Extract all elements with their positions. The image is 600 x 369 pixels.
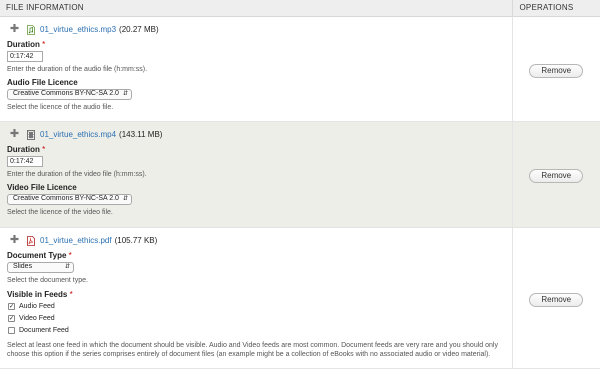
checkbox-checked-icon[interactable]: ✓ bbox=[8, 303, 15, 310]
drag-handle-icon[interactable]: ✚ bbox=[9, 24, 20, 35]
licence-description: Select the licence of the audio file. bbox=[7, 103, 114, 111]
table-header: FILE INFORMATION OPERATIONS bbox=[0, 0, 600, 17]
document-type-label-text: Document Type bbox=[7, 250, 67, 260]
duration-input[interactable] bbox=[7, 155, 43, 167]
file-link[interactable]: 01_virtue_ethics.pdf bbox=[40, 236, 112, 246]
duration-label-text: Duration bbox=[7, 144, 40, 154]
drag-handle-icon[interactable]: ✚ bbox=[9, 129, 20, 140]
header-operations: OPERATIONS bbox=[511, 0, 600, 17]
file-size: (20.27 MB) bbox=[119, 24, 159, 34]
pdf-file-icon bbox=[27, 235, 35, 246]
operations-cell: Remove bbox=[511, 227, 600, 369]
licence-select-value: Creative Commons BY-NC-SA 2.0 bbox=[13, 90, 119, 97]
remove-button[interactable]: Remove bbox=[529, 169, 584, 183]
operations-cell: Remove bbox=[511, 16, 600, 122]
select-arrows-icon: ⇵ bbox=[122, 91, 128, 97]
drag-handle-icon[interactable]: ✚ bbox=[9, 235, 20, 246]
checkbox-unchecked-icon[interactable] bbox=[8, 327, 15, 334]
audio-file-icon bbox=[27, 24, 35, 35]
file-size: (105.77 KB) bbox=[114, 235, 158, 245]
remove-button[interactable]: Remove bbox=[529, 63, 584, 78]
duration-label: Duration * bbox=[7, 40, 511, 50]
duration-description: Enter the duration of the audio file (h:… bbox=[7, 65, 148, 73]
file-link[interactable]: 01_virtue_ethics.mp3 bbox=[40, 25, 116, 35]
select-arrows-icon: ⇵ bbox=[64, 264, 70, 270]
checkbox-label: Video Feed bbox=[19, 314, 55, 322]
duration-label: Duration * bbox=[7, 145, 511, 155]
document-feed-checkbox[interactable]: Document Feed bbox=[8, 325, 511, 337]
checkbox-label: Document Feed bbox=[19, 326, 69, 334]
document-type-description: Select the document type. bbox=[7, 276, 88, 284]
duration-description: Enter the duration of the video file (h:… bbox=[7, 170, 147, 178]
file-link[interactable]: 01_virtue_ethics.mp4 bbox=[40, 130, 116, 140]
feeds-label-text: Visible in Feeds bbox=[7, 289, 68, 299]
licence-select[interactable]: Creative Commons BY-NC-SA 2.0 ⇵ bbox=[7, 88, 132, 100]
operations-cell: Remove bbox=[511, 121, 600, 228]
file-size: (143.11 MB) bbox=[119, 129, 163, 139]
required-marker: * bbox=[42, 144, 46, 154]
required-marker: * bbox=[68, 250, 72, 260]
required-marker: * bbox=[42, 39, 46, 49]
table-row: ✚ 01_virtue_ethics.pdf (105.77 KB) Docum… bbox=[0, 227, 600, 369]
duration-input[interactable] bbox=[7, 50, 43, 62]
licence-select[interactable]: Creative Commons BY-NC-SA 2.0 ⇵ bbox=[7, 193, 132, 205]
document-type-select[interactable]: Slides ⇵ bbox=[7, 261, 74, 273]
document-type-select-value: Slides bbox=[13, 263, 33, 270]
audio-feed-checkbox[interactable]: ✓ Audio Feed bbox=[8, 301, 511, 313]
file-table: FILE INFORMATION OPERATIONS ✚ 01_virtue_… bbox=[0, 0, 600, 369]
file-info-cell: ✚ 01_virtue_ethics.mp4 (143.11 MB) Durat… bbox=[0, 121, 512, 228]
feeds-label: Visible in Feeds * bbox=[7, 290, 511, 300]
duration-label-text: Duration bbox=[7, 39, 40, 49]
document-type-label: Document Type * bbox=[7, 251, 511, 261]
file-info-cell: ✚ 01_virtue_ethics.mp3 (20.27 MB) Durati… bbox=[0, 16, 512, 122]
video-file-icon bbox=[27, 129, 35, 140]
required-marker: * bbox=[69, 289, 73, 299]
video-feed-checkbox[interactable]: ✓ Video Feed bbox=[8, 313, 511, 325]
licence-select-value: Creative Commons BY-NC-SA 2.0 bbox=[13, 195, 119, 202]
select-arrows-icon: ⇵ bbox=[122, 196, 128, 202]
licence-description: Select the licence of the video file. bbox=[7, 208, 113, 216]
table-row: ✚ 01_virtue_ethics.mp3 (20.27 MB) Durati… bbox=[0, 16, 600, 122]
table-row: ✚ 01_virtue_ethics.mp4 (143.11 MB) Durat… bbox=[0, 121, 600, 228]
licence-label: Video File Licence bbox=[7, 182, 77, 192]
remove-button[interactable]: Remove bbox=[529, 292, 584, 307]
licence-label: Audio File Licence bbox=[7, 77, 78, 87]
checkbox-label: Audio Feed bbox=[19, 302, 55, 310]
file-info-cell: ✚ 01_virtue_ethics.pdf (105.77 KB) Docum… bbox=[0, 227, 512, 369]
feeds-description: Select at least one feed in which the do… bbox=[7, 341, 498, 358]
header-file-information: FILE INFORMATION bbox=[0, 0, 512, 17]
checkbox-checked-icon[interactable]: ✓ bbox=[8, 315, 15, 322]
